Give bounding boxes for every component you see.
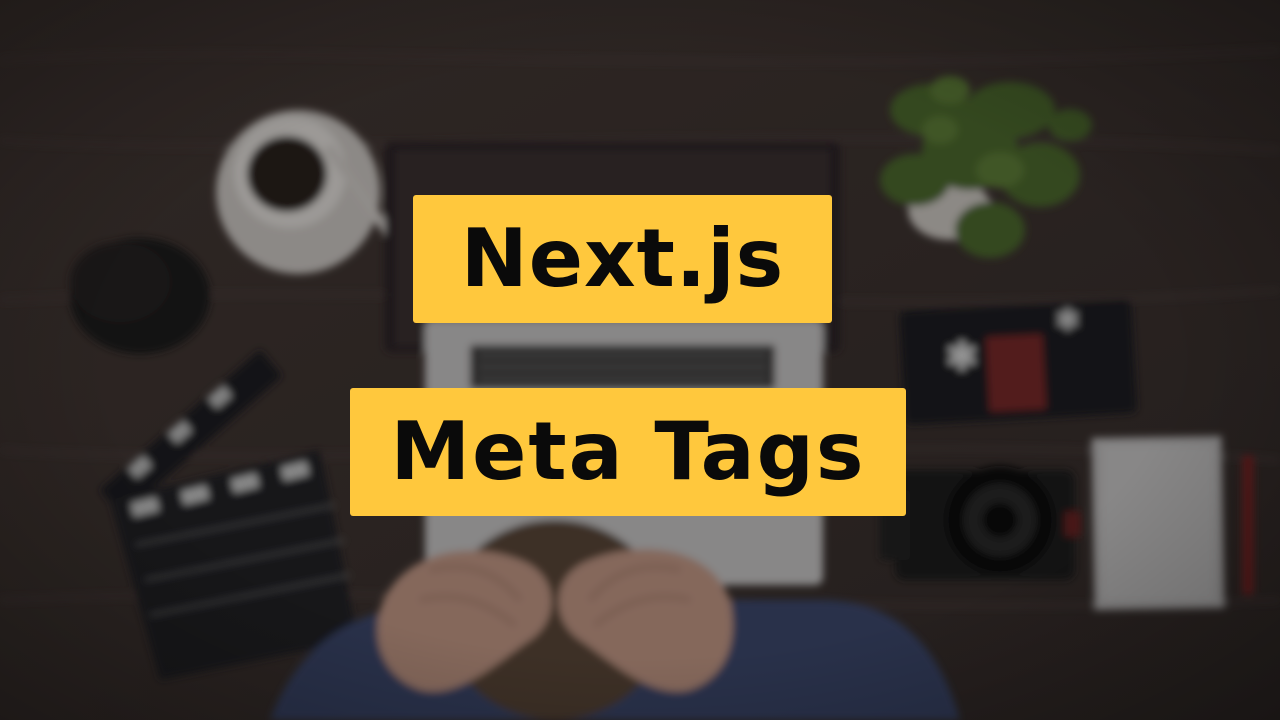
thumbnail-canvas: ✱ ✱ [0, 0, 1280, 720]
title-line-1-text: Next.js [460, 212, 785, 305]
background-photo: ✱ ✱ [0, 0, 1280, 720]
title-line-2: Meta Tags [350, 388, 906, 516]
title-line-2-text: Meta Tags [390, 405, 866, 498]
title-line-1: Next.js [413, 195, 832, 323]
